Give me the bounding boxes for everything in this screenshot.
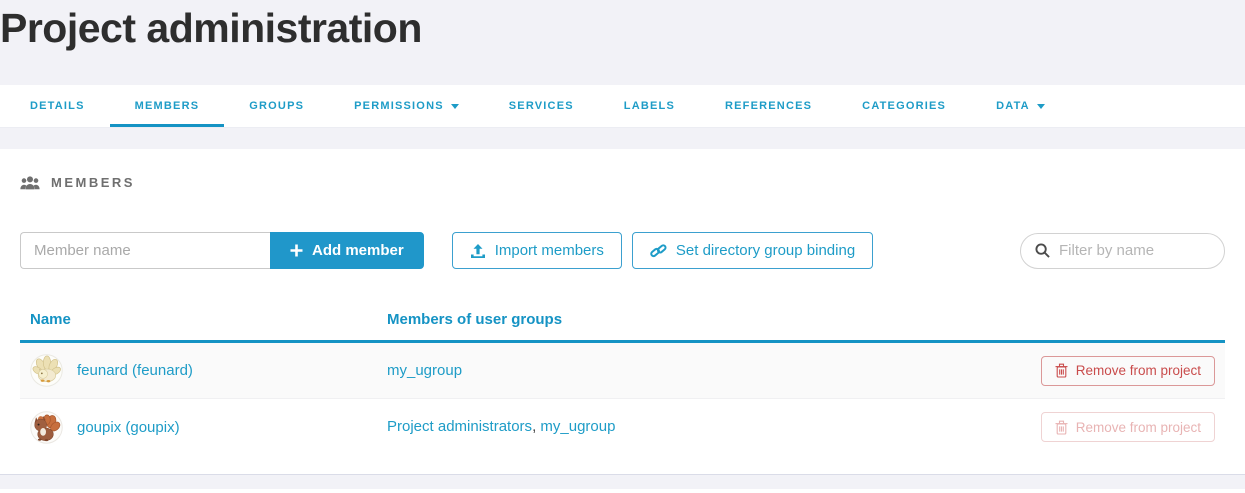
tab-label: Services <box>508 100 574 112</box>
table-header-row: Name Members of user groups <box>20 307 1225 343</box>
column-header-groups: Members of user groups <box>377 307 1005 343</box>
member-groups-cell: Project administrators, my_ugroup <box>377 399 1005 456</box>
page-background-strip <box>0 128 1245 149</box>
tab-label: Categories <box>862 100 947 112</box>
tab-label: Members <box>134 100 200 112</box>
add-member-group: Add member <box>20 232 424 269</box>
tab-data[interactable]: Data <box>971 85 1070 127</box>
column-header-name: Name <box>20 307 377 343</box>
member-name-cell: feunard (feunard) <box>30 354 367 387</box>
remove-from-project-button[interactable]: Remove from project <box>1040 355 1215 386</box>
import-members-button[interactable]: Import members <box>451 232 622 269</box>
group-link-project-administrators[interactable]: Project administrators <box>387 418 532 435</box>
page-title: Project administration <box>0 5 422 51</box>
search-icon <box>1035 243 1050 258</box>
tab-references[interactable]: References <box>700 85 837 127</box>
users-icon <box>20 175 40 189</box>
remove-from-project-label: Remove from project <box>1075 419 1201 435</box>
group-link-my-ugroup[interactable]: my_ugroup <box>540 418 615 435</box>
tab-categories[interactable]: Categories <box>837 85 971 127</box>
member-groups-cell: my_ugroup <box>377 341 1005 399</box>
tab-label: Labels <box>623 100 675 112</box>
set-directory-group-binding-button[interactable]: Set directory group binding <box>631 232 874 269</box>
plus-icon <box>290 244 303 257</box>
member-row-goupix: goupix (goupix) Project administrators, … <box>20 399 1225 456</box>
add-member-label: Add member <box>312 242 404 259</box>
remove-from-project-button-disabled[interactable]: Remove from project <box>1040 412 1215 443</box>
column-header-actions <box>1005 307 1225 343</box>
members-controls: Add member Import members Set directory … <box>20 232 1225 269</box>
members-section-title: Members <box>20 175 1225 190</box>
admin-nav-tabs: Details Members Groups Permissions Servi… <box>0 85 1245 128</box>
avatar-feunard <box>30 354 63 387</box>
member-link-goupix[interactable]: goupix (goupix) <box>77 419 180 436</box>
tab-label: Permissions <box>354 100 444 112</box>
page-header: Project administration <box>0 0 1245 85</box>
trash-icon <box>1055 363 1068 378</box>
tab-label: Data <box>996 100 1030 112</box>
members-card: Members Add member Import members <box>0 149 1245 474</box>
chevron-down-icon <box>450 103 459 109</box>
member-name-cell: goupix (goupix) <box>30 411 367 444</box>
upload-icon <box>470 243 485 258</box>
tab-details[interactable]: Details <box>5 85 110 127</box>
tab-groups[interactable]: Groups <box>224 85 329 127</box>
member-name-input[interactable] <box>20 232 270 269</box>
tab-label: Groups <box>249 100 305 112</box>
import-members-label: Import members <box>494 242 604 259</box>
members-section-label: Members <box>51 175 135 190</box>
tab-label: Details <box>30 100 85 112</box>
filter-by-name-input[interactable] <box>1059 242 1210 259</box>
trash-icon <box>1055 420 1068 435</box>
link-icon <box>650 243 667 257</box>
chevron-down-icon <box>1036 103 1045 109</box>
tab-permissions[interactable]: Permissions <box>329 85 484 127</box>
add-member-button[interactable]: Add member <box>270 232 424 269</box>
tab-label: References <box>724 100 813 112</box>
set-directory-group-binding-label: Set directory group binding <box>675 242 856 259</box>
members-table: Name Members of user groups feunard (feu… <box>20 307 1225 456</box>
page-background-strip-bottom <box>0 473 1245 489</box>
member-link-feunard[interactable]: feunard (feunard) <box>77 362 193 379</box>
avatar-goupix <box>30 411 63 444</box>
member-row-feunard: feunard (feunard) my_ugroup Remove from … <box>20 341 1225 399</box>
tab-members[interactable]: Members <box>110 85 225 127</box>
tab-services[interactable]: Services <box>484 85 599 127</box>
filter-box <box>1020 232 1225 269</box>
tab-labels[interactable]: Labels <box>599 85 700 127</box>
group-link-my-ugroup[interactable]: my_ugroup <box>387 362 462 379</box>
remove-from-project-label: Remove from project <box>1075 363 1201 378</box>
